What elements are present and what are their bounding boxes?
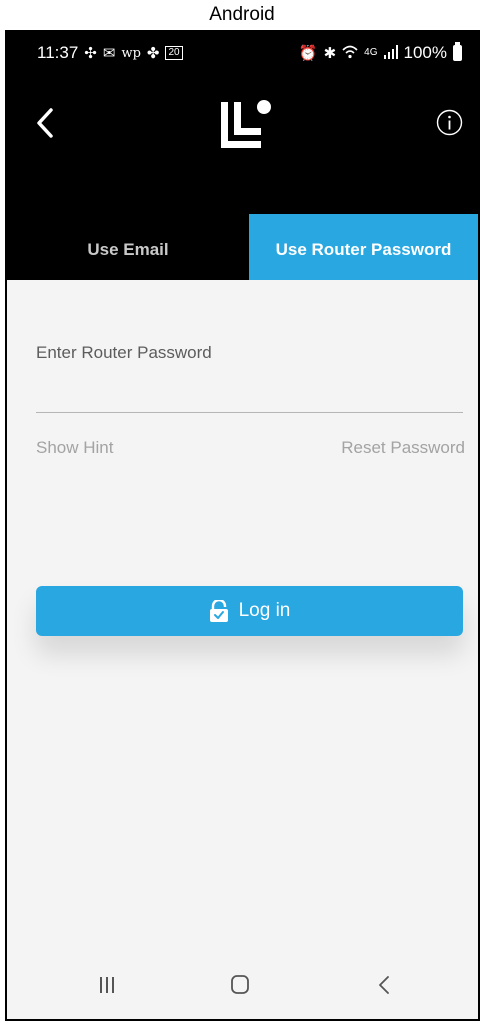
alarm-icon: ⏰ xyxy=(298,44,318,62)
login-button-label: Log in xyxy=(238,600,291,621)
mail-icon: ✉ xyxy=(102,44,116,62)
home-icon xyxy=(231,975,249,994)
reset-password-link[interactable]: Reset Password xyxy=(341,438,465,458)
info-button[interactable] xyxy=(436,109,463,136)
login-method-tabs: Use Email Use Router Password xyxy=(7,214,478,280)
login-form: Enter Router Password Show Hint Reset Pa… xyxy=(7,280,478,952)
phone-screen: 11:37 ✣ ✉ wp ✤ 20 ⏰ ✱ 4G 100% Use Email … xyxy=(5,30,480,1021)
info-icon xyxy=(436,109,463,136)
lte-icon: 4G xyxy=(364,47,378,58)
chevron-left-icon xyxy=(37,108,53,138)
battery-percent: 100% xyxy=(403,43,447,62)
home-button[interactable] xyxy=(220,970,260,1000)
show-hint-link[interactable]: Show Hint xyxy=(36,438,113,458)
signal-icon xyxy=(383,44,398,62)
calendar-icon: 20 xyxy=(165,46,183,60)
status-bar: 11:37 ✣ ✉ wp ✤ 20 ⏰ ✱ 4G 100% xyxy=(7,32,478,82)
recent-apps-button[interactable] xyxy=(87,970,127,1000)
status-time: 11:37 xyxy=(37,43,79,62)
router-password-input[interactable] xyxy=(36,372,463,413)
back-button[interactable] xyxy=(31,104,61,142)
app-header xyxy=(7,82,478,214)
wifi-icon xyxy=(342,44,358,63)
linksys-logo xyxy=(221,100,271,148)
status-left: 11:37 ✣ ✉ wp ✤ 20 xyxy=(37,43,183,63)
system-nav-bar xyxy=(7,952,478,1019)
system-back-button[interactable] xyxy=(364,970,404,1000)
back-icon xyxy=(379,976,389,994)
bluetooth-icon: ✱ xyxy=(323,44,337,62)
tab-use-email[interactable]: Use Email xyxy=(7,214,249,280)
platform-caption: Android xyxy=(0,0,484,30)
pinwheel-icon: ✤ xyxy=(146,44,160,62)
status-right: ⏰ ✱ 4G 100% xyxy=(298,42,462,63)
login-button[interactable]: Log in xyxy=(36,586,463,636)
recent-apps-icon xyxy=(100,977,114,993)
unlock-icon xyxy=(209,600,228,622)
tab-use-router-password[interactable]: Use Router Password xyxy=(249,214,478,280)
password-label: Enter Router Password xyxy=(36,343,212,362)
slack-icon: ✣ xyxy=(84,44,97,62)
washington-post-icon: wp xyxy=(121,45,141,61)
battery-icon xyxy=(453,42,462,61)
